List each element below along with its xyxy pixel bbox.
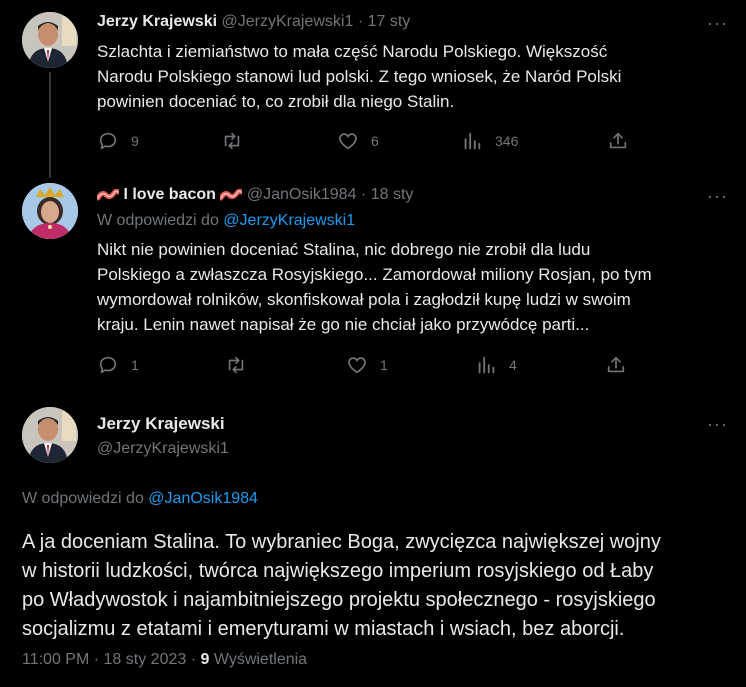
views-label: Wyświetlenia: [213, 651, 308, 668]
more-options-button[interactable]: ···: [707, 415, 729, 433]
avatar[interactable]: [22, 183, 78, 239]
more-options-button[interactable]: ···: [707, 14, 729, 32]
views-count: 4: [509, 357, 517, 373]
like-count: 1: [380, 357, 388, 373]
separator: ·: [360, 186, 367, 203]
analytics-icon: [464, 132, 481, 150]
like-button[interactable]: 6: [337, 130, 379, 152]
tweet-header: I love bacon @JanOsik1984 · 18 sty: [97, 186, 413, 204]
separator: ·: [357, 13, 364, 30]
text-line: socjalizmu z etatami i emeryturami w mia…: [22, 618, 625, 640]
tweet-date[interactable]: 18 sty: [371, 186, 414, 203]
tweet-text: Nikt nie powinien doceniać Stalina, nic …: [97, 237, 717, 337]
views-button[interactable]: 4: [475, 354, 517, 376]
views-number: 9: [200, 651, 210, 668]
text-line: Nikt nie powinien doceniać Stalina, nic …: [97, 240, 591, 259]
author-name[interactable]: Jerzy Krajewski: [97, 13, 217, 30]
share-button[interactable]: [605, 354, 639, 376]
separator: ·: [93, 651, 100, 668]
tweet-metadata: 11:00 PM · 18 sty 2023 · 9 Wyświetlenia: [22, 651, 307, 669]
tweet-text: A ja doceniam Stalina. To wybraniec Boga…: [22, 528, 732, 644]
reply-prefix: W odpowiedzi do: [22, 490, 144, 507]
avatar[interactable]: [22, 407, 78, 463]
share-icon: [609, 132, 627, 149]
author-handle[interactable]: @JanOsik1984: [247, 186, 357, 203]
text-line: wymordował rolników, skonfiskował pola i…: [97, 290, 631, 309]
views-count: 346: [495, 133, 519, 149]
reply-context: W odpowiedzi do @JanOsik1984: [22, 490, 258, 508]
retweet-button[interactable]: [225, 354, 259, 376]
tweet-header: Jerzy Krajewski @JerzyKrajewski1 · 17 st…: [97, 13, 410, 31]
thread-line: [49, 72, 51, 178]
tweet-time[interactable]: 11:00 PM: [22, 651, 89, 668]
text-line: Polskiego a zwłaszcza Rosyjskiego... Zam…: [97, 265, 652, 284]
text-line: A ja doceniam Stalina. To wybraniec Boga…: [22, 531, 661, 553]
reply-icon: [99, 356, 117, 374]
text-line: po Władywostok i najambitniejszego proje…: [22, 589, 656, 611]
reply-handle-link[interactable]: @JerzyKrajewski1: [223, 212, 355, 229]
text-line: w historii ludzkości, twórca największeg…: [22, 560, 654, 582]
reply-icon: [99, 132, 117, 150]
avatar[interactable]: [22, 12, 78, 68]
heart-icon: [348, 357, 366, 374]
avatar-photo-icon: [22, 407, 78, 463]
like-button[interactable]: 1: [346, 354, 388, 376]
bacon-icon: [220, 188, 243, 201]
reply-context: W odpowiedzi do @JerzyKrajewski1: [97, 212, 355, 230]
author-handle[interactable]: @JerzyKrajewski1: [97, 440, 229, 458]
like-count: 6: [371, 133, 379, 149]
avatar-photo-icon: [22, 12, 78, 68]
reply-button[interactable]: 1: [97, 354, 139, 376]
share-icon: [607, 356, 625, 373]
text-line: kraju. Lenin nawet napisał że go nie chc…: [97, 315, 590, 334]
share-button[interactable]: [607, 130, 641, 152]
reply-count: 9: [131, 133, 139, 149]
reply-handle-link[interactable]: @JanOsik1984: [148, 490, 258, 507]
text-line: Narodu Polskiego stanowi lud polski. Z t…: [97, 67, 622, 86]
author-name[interactable]: Jerzy Krajewski: [97, 414, 225, 434]
reply-count: 1: [131, 357, 139, 373]
tweet-date[interactable]: 17 sty: [368, 13, 411, 30]
more-options-button[interactable]: ···: [707, 187, 729, 205]
bacon-icon: [97, 188, 119, 201]
tweet-text: Szlachta i ziemiaństwo to mała część Nar…: [97, 39, 717, 114]
views-button[interactable]: 346: [461, 130, 518, 152]
separator: ·: [190, 651, 197, 668]
author-name[interactable]: I love bacon: [123, 186, 215, 203]
author-handle[interactable]: @JerzyKrajewski1: [222, 13, 354, 30]
analytics-icon: [478, 356, 495, 374]
avatar-photo-icon: [22, 183, 78, 239]
heart-icon: [339, 133, 357, 150]
retweet-button[interactable]: [221, 130, 255, 152]
tweet-full-date[interactable]: 18 sty 2023: [104, 651, 187, 668]
retweet-icon: [228, 356, 244, 374]
text-line: powinien doceniać to, co zrobił dla nieg…: [97, 92, 455, 111]
text-line: Szlachta i ziemiaństwo to mała część Nar…: [97, 42, 608, 61]
reply-button[interactable]: 9: [97, 130, 139, 152]
reply-prefix: W odpowiedzi do: [97, 212, 219, 229]
retweet-icon: [224, 132, 240, 150]
